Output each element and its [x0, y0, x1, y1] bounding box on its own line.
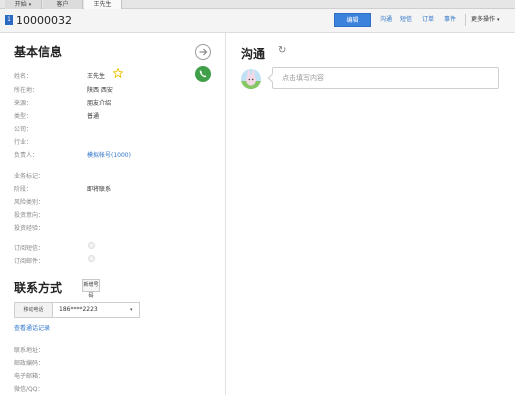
risk-category-label: 风险类别：: [14, 199, 45, 206]
record-title: 10000032: [16, 14, 72, 27]
stage-value: 即将联系: [87, 186, 112, 193]
subscribe-email-label: 订阅邮件：: [14, 258, 45, 265]
tab-start-label: 开始: [14, 1, 27, 8]
record-header: 1 10000032 编辑 沟通 短信 订单 事件 更多操作 ▾: [0, 9, 515, 33]
subscribe-sms-toggle[interactable]: [88, 242, 95, 249]
phone-select[interactable]: 移动电话 186****2223 ▾: [14, 302, 140, 318]
type-label: 类型：: [14, 113, 33, 120]
communication-title: 沟通: [241, 47, 266, 61]
name-value: 王先生: [87, 73, 106, 80]
comment-bubble-tail: [267, 73, 277, 83]
add-phone-button[interactable]: 新增号码: [82, 279, 100, 299]
phone-call-icon[interactable]: [195, 66, 211, 82]
tab-customer-label: 客户: [56, 1, 69, 8]
investment-intent-label: 投资意向：: [14, 212, 45, 219]
chevron-down-icon: ▾: [130, 307, 133, 313]
subscribe-email-toggle[interactable]: [88, 255, 95, 262]
phone-type-label: 移动电话: [15, 303, 53, 317]
tab-bar: 开始 ▾ 客户 王先生: [0, 0, 515, 9]
comment-placeholder: 点击填写内容: [282, 74, 324, 82]
owner-label: 负责人：: [14, 152, 39, 159]
comment-input[interactable]: 点击填写内容: [267, 67, 499, 89]
type-value: 普通: [87, 113, 100, 120]
tab-start[interactable]: 开始 ▾: [5, 0, 42, 9]
record-icon: 1: [5, 15, 13, 25]
investment-experience-label: 投资经验：: [14, 225, 45, 232]
edit-button[interactable]: 编辑: [334, 13, 371, 27]
more-actions-button[interactable]: 更多操作 ▾: [471, 13, 499, 27]
chevron-down-icon: ▾: [496, 17, 500, 23]
source-value: 朋友介绍: [87, 100, 112, 107]
stage-label: 阶段：: [14, 186, 33, 193]
chevron-down-icon: ▾: [28, 2, 32, 8]
industry-label: 行业：: [14, 139, 33, 146]
communicate-link[interactable]: 沟通: [380, 13, 392, 27]
phone-number: 186****2223: [59, 306, 98, 313]
communication-panel: 沟通 ↻ 点击填写内容: [227, 33, 515, 395]
company-label: 公司：: [14, 126, 33, 133]
order-link[interactable]: 订单: [422, 13, 434, 27]
info-panel: 基本信息 姓名： 王先生 所在地： 陕西 西安 来源： 朋友介绍 类型： 普通 …: [0, 33, 226, 395]
location-value: 陕西 西安: [87, 87, 113, 94]
source-label: 来源：: [14, 100, 33, 107]
contact-title: 联系方式: [14, 281, 63, 295]
subscribe-sms-label: 订阅短信：: [14, 245, 45, 252]
business-tag-label: 业务标记：: [14, 173, 45, 180]
postcode-label: 邮政编码：: [14, 360, 45, 367]
more-actions-label: 更多操作: [471, 16, 496, 23]
avatar: [241, 69, 261, 89]
address-label: 联系地址：: [14, 347, 45, 354]
owner-link[interactable]: 模拟帐号(1000): [87, 150, 131, 159]
wechat-qq-label: 微信/QQ：: [14, 386, 44, 393]
location-label: 所在地：: [14, 87, 39, 94]
name-label: 姓名：: [14, 73, 33, 80]
toolbar-divider: [465, 14, 466, 26]
tab-customer-detail[interactable]: 王先生: [84, 0, 122, 9]
star-icon[interactable]: [113, 68, 123, 78]
basic-info-title: 基本信息: [14, 45, 63, 59]
refresh-icon[interactable]: ↻: [278, 45, 286, 56]
view-call-records-link[interactable]: 查看通话记录: [14, 323, 50, 332]
tab-customer-detail-label: 王先生: [93, 1, 112, 8]
email-label: 电子邮箱：: [14, 373, 45, 380]
tab-customer[interactable]: 客户: [43, 0, 83, 9]
arrow-right-icon[interactable]: [195, 44, 211, 60]
sms-link[interactable]: 短信: [400, 13, 412, 27]
event-link[interactable]: 事件: [444, 13, 456, 27]
